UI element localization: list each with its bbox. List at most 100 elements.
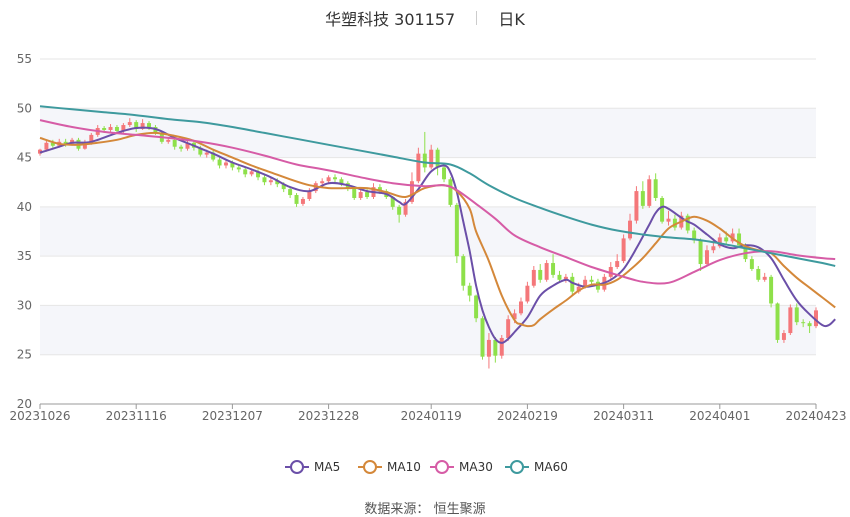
candle-body xyxy=(493,339,498,356)
candle-body xyxy=(506,319,511,338)
candle-body xyxy=(448,179,453,205)
candle-body xyxy=(724,237,729,242)
candle-body xyxy=(801,322,806,324)
candle-body xyxy=(621,238,626,262)
candle-body xyxy=(268,180,273,183)
candle-body xyxy=(365,192,370,197)
candle-body xyxy=(461,256,466,286)
y-tick-label: 40 xyxy=(17,200,32,214)
candle-body xyxy=(422,153,427,168)
candle-body xyxy=(756,268,761,280)
candle-body xyxy=(294,195,299,204)
candle-body xyxy=(44,142,49,150)
legend-label-ma60: MA60 xyxy=(534,460,568,474)
candle-body xyxy=(519,301,523,314)
candle-body xyxy=(223,162,228,166)
legend-label-ma10: MA10 xyxy=(387,460,421,474)
candle-body xyxy=(442,167,447,180)
candle-body xyxy=(179,146,184,149)
candle-body xyxy=(102,128,107,130)
candle-body xyxy=(788,307,793,334)
kline-chart: 202530354045505520231026 20231116 20231207… xyxy=(9,52,847,474)
legend-marker xyxy=(435,460,449,474)
x-tick-label: 20240219 xyxy=(497,409,558,423)
source-label: 数据来源： xyxy=(364,502,430,517)
x-tick-label: 20240119 xyxy=(401,409,462,423)
candle-body xyxy=(499,337,504,356)
candle-body xyxy=(320,181,325,184)
x-tick-label: 20231228 xyxy=(298,409,359,423)
candle-body xyxy=(486,339,491,357)
candle-body xyxy=(300,198,305,204)
candle-body xyxy=(711,246,716,251)
candle-body xyxy=(474,295,479,319)
candle-body xyxy=(429,149,434,168)
candle-body xyxy=(769,276,774,304)
candle-body xyxy=(114,127,119,131)
candle-body xyxy=(781,333,786,340)
candle-body xyxy=(243,169,248,175)
candle-body xyxy=(307,191,312,199)
x-tick-label: 20240401 xyxy=(689,409,750,423)
candle-body xyxy=(794,307,799,323)
candle-body xyxy=(775,303,780,340)
candle-body xyxy=(531,269,536,286)
y-tick-label: 50 xyxy=(17,101,32,115)
y-tick-label: 35 xyxy=(17,249,32,263)
legend-marker xyxy=(510,460,524,474)
candle-body xyxy=(544,263,549,280)
candle-body xyxy=(762,276,767,280)
legend-label-ma5: MA5 xyxy=(314,460,340,474)
candle-body xyxy=(147,123,152,128)
candle-body xyxy=(557,274,562,280)
candle-body xyxy=(108,127,113,130)
y-tick-label: 30 xyxy=(17,298,32,312)
candle-body xyxy=(749,259,754,269)
candle-body xyxy=(647,179,652,206)
candle-body xyxy=(435,149,440,168)
candle-body xyxy=(467,285,472,296)
y-tick-label: 45 xyxy=(17,151,32,165)
data-source: 数据来源： 恒生聚源 xyxy=(0,498,850,517)
candle-body xyxy=(397,206,402,215)
candle-body xyxy=(249,171,254,175)
candle-body xyxy=(628,220,633,239)
candle-body xyxy=(634,191,639,221)
candle-body xyxy=(172,139,177,147)
x-tick-label: 20240311 xyxy=(593,409,654,423)
candle-body xyxy=(358,192,363,198)
candle-body xyxy=(326,177,331,182)
candle-body xyxy=(236,167,241,170)
legend-marker xyxy=(363,460,377,474)
candle-body xyxy=(666,218,671,222)
candle-body xyxy=(480,318,485,357)
candle-body xyxy=(698,240,703,265)
grid-band xyxy=(40,305,816,355)
candle-body xyxy=(704,250,709,265)
x-tick-label: 20240423 xyxy=(785,409,846,423)
candle-body xyxy=(615,261,620,267)
candle-body xyxy=(333,177,337,180)
x-tick-label: 20231026 xyxy=(9,409,70,423)
legend-marker xyxy=(290,460,304,474)
candle-body xyxy=(262,177,267,183)
x-tick-label: 20231207 xyxy=(202,409,263,423)
candle-body xyxy=(166,139,171,142)
candle-body xyxy=(660,197,665,222)
candle-body xyxy=(807,323,812,327)
candle-body xyxy=(416,153,421,182)
candle-body xyxy=(653,179,658,198)
candle-body xyxy=(127,122,132,126)
candle-body xyxy=(538,269,543,280)
y-tick-label: 25 xyxy=(17,348,32,362)
candle-body xyxy=(217,159,222,166)
candle-body xyxy=(551,263,556,275)
candle-body xyxy=(454,204,459,257)
source-name: 恒生聚源 xyxy=(433,502,486,517)
legend-label-ma30: MA30 xyxy=(459,460,493,474)
y-tick-label: 55 xyxy=(17,52,32,66)
candle-body xyxy=(288,189,293,196)
candle-body xyxy=(589,279,594,282)
candle-body xyxy=(352,188,357,198)
candle-body xyxy=(525,285,530,302)
